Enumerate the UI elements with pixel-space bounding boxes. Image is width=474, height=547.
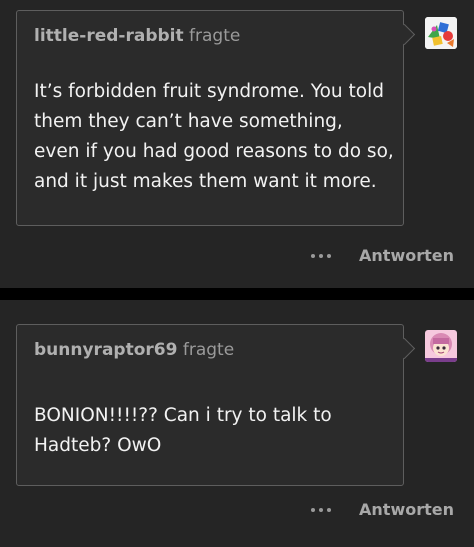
asker-line: little-red-rabbit fragte bbox=[34, 26, 240, 46]
question-bubble: little-red-rabbit fragte It’s forbidden … bbox=[16, 10, 416, 226]
asker-line: bunnyraptor69 fragte bbox=[34, 340, 234, 360]
post-actions: Antworten bbox=[311, 500, 454, 519]
question-text: It’s forbidden fruit syndrome. You told … bbox=[34, 81, 394, 192]
post-actions: Antworten bbox=[311, 246, 454, 265]
question-text: BONION!!!!?? Can i try to talk to Hadteb… bbox=[34, 405, 332, 456]
ask-feed: little-red-rabbit fragte It’s forbidden … bbox=[0, 0, 474, 547]
bubble-pointer bbox=[393, 337, 416, 360]
more-options-icon[interactable] bbox=[311, 507, 332, 512]
asker-avatar[interactable] bbox=[425, 17, 457, 49]
question-bubble: bunnyraptor69 fragte BONION!!!!?? Can i … bbox=[16, 324, 416, 486]
anime-character-avatar-icon bbox=[425, 330, 457, 362]
asker-name-link[interactable]: little-red-rabbit bbox=[34, 26, 184, 46]
reply-button[interactable]: Antworten bbox=[359, 500, 454, 519]
reply-button[interactable]: Antworten bbox=[359, 246, 454, 265]
asked-verb: fragte bbox=[182, 340, 235, 360]
colorful-blocks-avatar-icon bbox=[425, 17, 457, 49]
more-options-icon[interactable] bbox=[311, 253, 332, 258]
ask-post: little-red-rabbit fragte It’s forbidden … bbox=[0, 0, 474, 288]
asker-name-link[interactable]: bunnyraptor69 bbox=[34, 340, 177, 360]
ask-post: bunnyraptor69 fragte BONION!!!!?? Can i … bbox=[0, 300, 474, 547]
asked-verb: fragte bbox=[189, 26, 241, 46]
asker-avatar[interactable] bbox=[425, 330, 457, 362]
bubble-pointer bbox=[393, 23, 416, 46]
